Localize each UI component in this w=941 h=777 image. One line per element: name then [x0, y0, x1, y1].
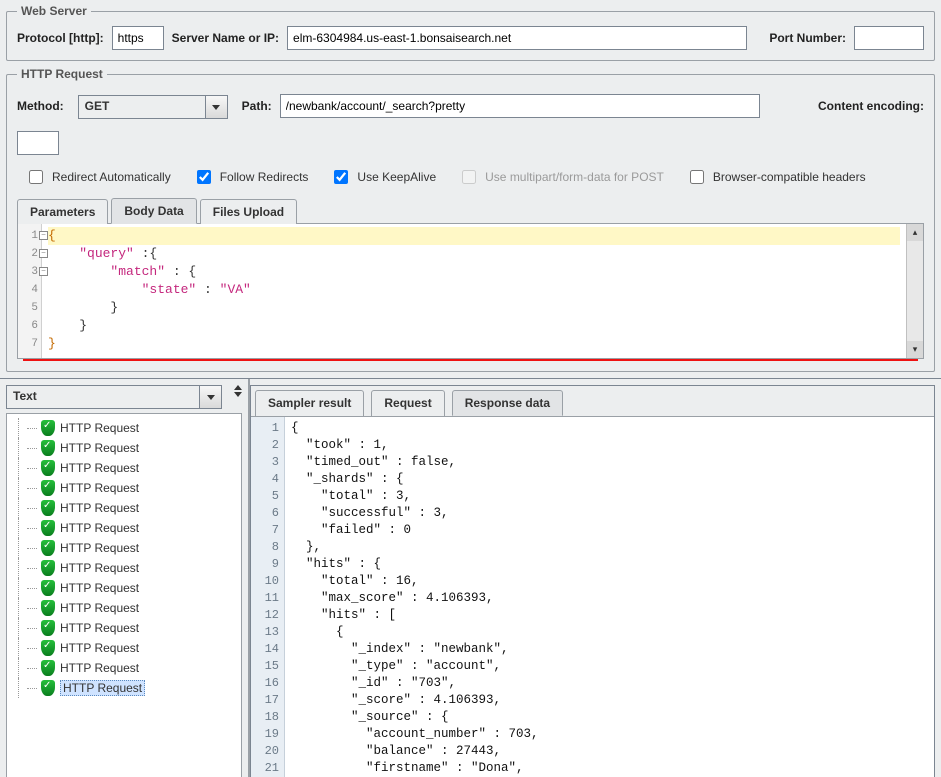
tree-item[interactable]: HTTP Request [9, 678, 239, 698]
protocol-input[interactable] [112, 26, 164, 50]
scroll-up-icon[interactable]: ▴ [907, 224, 923, 241]
tab-files-upload[interactable]: Files Upload [200, 199, 297, 224]
tree-item[interactable]: HTTP Request [9, 638, 239, 658]
method-label: Method: [17, 99, 64, 113]
response-content[interactable]: { "took" : 1, "timed_out" : false, "_sha… [285, 417, 934, 777]
chevron-up-icon [234, 385, 242, 390]
tree-item[interactable]: HTTP Request [9, 558, 239, 578]
results-tree-panel: Text HTTP RequestHTTP RequestHTTP Reques… [0, 379, 250, 777]
body-editor[interactable]: 1−2−3−4567 { "query" :{ "match" : { "sta… [17, 224, 924, 359]
tree-item[interactable]: HTTP Request [9, 578, 239, 598]
tab-request[interactable]: Request [371, 390, 444, 416]
port-label: Port Number: [769, 31, 846, 45]
path-input[interactable] [280, 94, 760, 118]
response-editor[interactable]: 1234567891011121314151617181920212223 { … [251, 417, 934, 777]
request-tabs: Parameters Body Data Files Upload [17, 197, 924, 224]
http-request-group: HTTP Request Method: GET Path: Content e… [6, 67, 935, 372]
tab-response-data[interactable]: Response data [452, 390, 563, 416]
success-icon [41, 580, 55, 596]
port-input[interactable] [854, 26, 924, 50]
protocol-label: Protocol [http]: [17, 31, 104, 45]
success-icon [41, 480, 55, 496]
success-icon [41, 500, 55, 516]
tree-item[interactable]: HTTP Request [9, 618, 239, 638]
response-tabs: Sampler result Request Response data [251, 386, 934, 417]
redirect-auto-checkbox[interactable]: Redirect Automatically [25, 167, 171, 187]
tree-item[interactable]: HTTP Request [9, 598, 239, 618]
editor-gutter: 1−2−3−4567 [18, 224, 42, 358]
encoding-input[interactable] [17, 131, 59, 155]
chevron-down-icon [234, 392, 242, 397]
view-combo[interactable]: Text [6, 385, 222, 409]
tab-parameters[interactable]: Parameters [17, 199, 108, 224]
tab-body-data[interactable]: Body Data [111, 198, 196, 224]
keepalive-checkbox[interactable]: Use KeepAlive [330, 167, 436, 187]
success-icon [41, 680, 55, 696]
results-tree[interactable]: HTTP RequestHTTP RequestHTTP RequestHTTP… [6, 413, 242, 777]
server-label: Server Name or IP: [172, 31, 279, 45]
scroll-down-icon[interactable]: ▾ [907, 341, 923, 358]
chevron-down-icon [199, 386, 221, 408]
response-panel: Sampler result Request Response data 123… [250, 385, 935, 777]
tree-item[interactable]: HTTP Request [9, 498, 239, 518]
chevron-down-icon [205, 96, 227, 118]
method-select[interactable]: GET [78, 95, 228, 119]
editor-scrollbar[interactable]: ▴ ▾ [906, 224, 923, 358]
success-icon [41, 640, 55, 656]
web-server-group: Web Server Protocol [http]: Server Name … [6, 4, 935, 61]
success-icon [41, 620, 55, 636]
browser-headers-checkbox[interactable]: Browser-compatible headers [686, 167, 866, 187]
tree-item[interactable]: HTTP Request [9, 658, 239, 678]
success-icon [41, 440, 55, 456]
web-server-legend: Web Server [17, 4, 91, 18]
success-icon [41, 520, 55, 536]
editor-content[interactable]: { "query" :{ "match" : { "state" : "VA" … [42, 224, 906, 358]
encoding-label: Content encoding: [818, 99, 924, 113]
response-gutter: 1234567891011121314151617181920212223 [251, 417, 285, 777]
multipart-checkbox: Use multipart/form-data for POST [458, 167, 664, 187]
panel-collapse[interactable] [228, 379, 248, 413]
success-icon [41, 560, 55, 576]
tree-item[interactable]: HTTP Request [9, 418, 239, 438]
tree-item[interactable]: HTTP Request [9, 538, 239, 558]
success-icon [41, 420, 55, 436]
server-input[interactable] [287, 26, 747, 50]
tree-item[interactable]: HTTP Request [9, 478, 239, 498]
follow-redirects-checkbox[interactable]: Follow Redirects [193, 167, 309, 187]
http-request-legend: HTTP Request [17, 67, 107, 81]
tree-item[interactable]: HTTP Request [9, 518, 239, 538]
success-icon [41, 540, 55, 556]
tree-item[interactable]: HTTP Request [9, 458, 239, 478]
success-icon [41, 460, 55, 476]
tree-item[interactable]: HTTP Request [9, 438, 239, 458]
success-icon [41, 660, 55, 676]
success-icon [41, 600, 55, 616]
error-underline [23, 359, 918, 361]
path-label: Path: [242, 99, 272, 113]
tab-sampler-result[interactable]: Sampler result [255, 390, 364, 416]
